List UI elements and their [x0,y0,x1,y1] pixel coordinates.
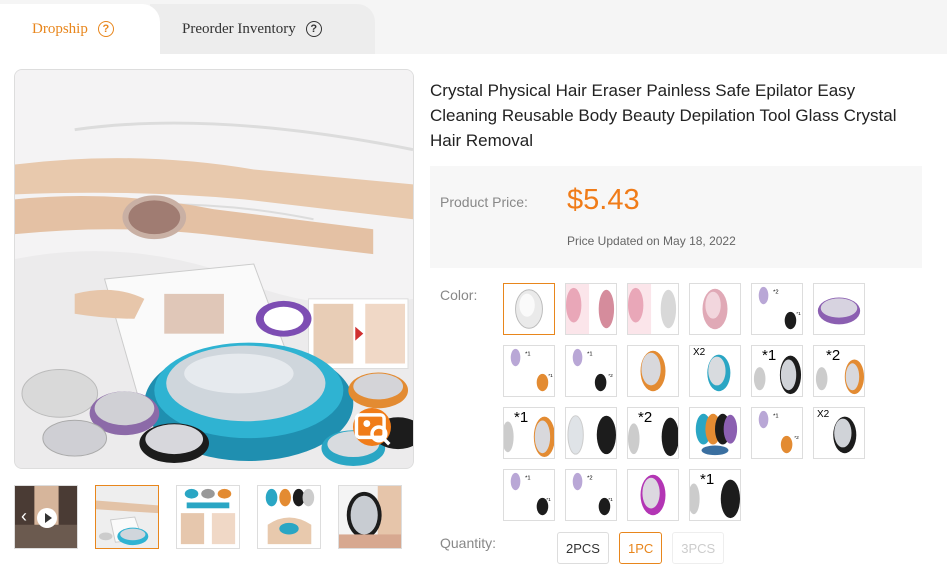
color-swatch[interactable]: *1 [689,469,741,521]
quantity-option-2pcs[interactable]: 2PCS [557,532,609,564]
color-swatch[interactable]: *1 [751,345,803,397]
svg-text:*1: *1 [587,352,592,358]
price-updated: Price Updated on May 18, 2022 [567,234,736,248]
svg-text:*2: *2 [587,476,592,482]
svg-text:*1: *1 [608,497,613,503]
color-swatch[interactable]: *2 [813,345,865,397]
help-icon[interactable]: ? [305,21,322,37]
tab-label: Preorder Inventory [182,20,296,37]
chevron-left-icon[interactable]: ‹ [21,506,27,527]
product-main-image[interactable] [14,69,414,469]
color-swatch[interactable] [627,283,679,335]
thumbnail-image[interactable] [257,485,321,549]
svg-text:*1: *1 [525,352,530,358]
svg-text:*1: *1 [546,497,551,503]
color-swatch[interactable] [627,469,679,521]
quantity-option-1pc[interactable]: 1PC [618,532,663,564]
thumbnail-image[interactable] [338,485,402,549]
color-swatch[interactable] [565,283,617,335]
color-swatch[interactable]: *1 *2 [751,407,803,459]
color-swatch[interactable] [689,407,741,459]
color-swatch[interactable]: *1 *1 [503,345,555,397]
svg-text:*1: *1 [773,414,778,420]
color-swatch[interactable] [503,283,555,335]
color-swatch[interactable]: *1 [503,407,555,459]
color-swatch[interactable]: X2 [813,407,865,459]
tab-dropship[interactable]: Dropship ? [0,4,160,54]
color-swatch[interactable] [689,283,741,335]
color-swatch[interactable] [627,345,679,397]
thumbnail-image[interactable] [176,485,240,549]
help-icon[interactable]: ? [97,21,114,37]
color-label: Color: [440,287,478,303]
svg-text:*2: *2 [773,290,778,296]
price-box: Product Price: $5.43 Price Updated on Ma… [430,166,922,268]
tab-preorder-inventory[interactable]: Preorder Inventory ? [150,4,375,54]
svg-text:*2: *2 [608,373,613,379]
image-search-icon[interactable] [353,408,391,446]
quantity-options: 2PCS 1PC 3PCS [557,532,725,564]
svg-text:*1: *1 [548,373,553,379]
color-swatch[interactable] [813,283,865,335]
quantity-label: Quantity: [440,535,497,551]
product-panel: ‹ Crystal Physical Hair Eraser Painless … [0,54,947,567]
svg-text:*1: *1 [796,311,801,317]
color-swatches: *2 *1 *1 *1 *1 *2 X2 *1 *2 *1 *2 *1 *2 X… [503,283,873,521]
color-swatch[interactable]: *2 *1 [565,469,617,521]
price-label: Product Price: [440,194,528,210]
color-swatch[interactable]: X2 [689,345,741,397]
thumbnail-image[interactable] [95,485,159,549]
svg-text:*2: *2 [794,435,799,441]
color-swatch[interactable]: *1 *2 [565,345,617,397]
tab-label: Dropship [32,20,88,37]
color-swatch[interactable]: *2 [627,407,679,459]
product-title: Crystal Physical Hair Eraser Painless Sa… [430,81,897,150]
product-price: $5.43 [567,184,640,216]
play-icon[interactable] [37,508,57,528]
color-swatch[interactable]: *2 *1 [751,283,803,335]
svg-text:*1: *1 [525,476,530,482]
thumbnail-video[interactable]: ‹ [14,485,78,549]
thumbnail-strip: ‹ [14,485,402,549]
color-swatch[interactable]: *1 *1 [503,469,555,521]
color-swatch[interactable] [565,407,617,459]
tab-bar: Preorder Inventory ? Dropship ? [0,0,947,54]
quantity-option-3pcs[interactable]: 3PCS [672,532,725,564]
